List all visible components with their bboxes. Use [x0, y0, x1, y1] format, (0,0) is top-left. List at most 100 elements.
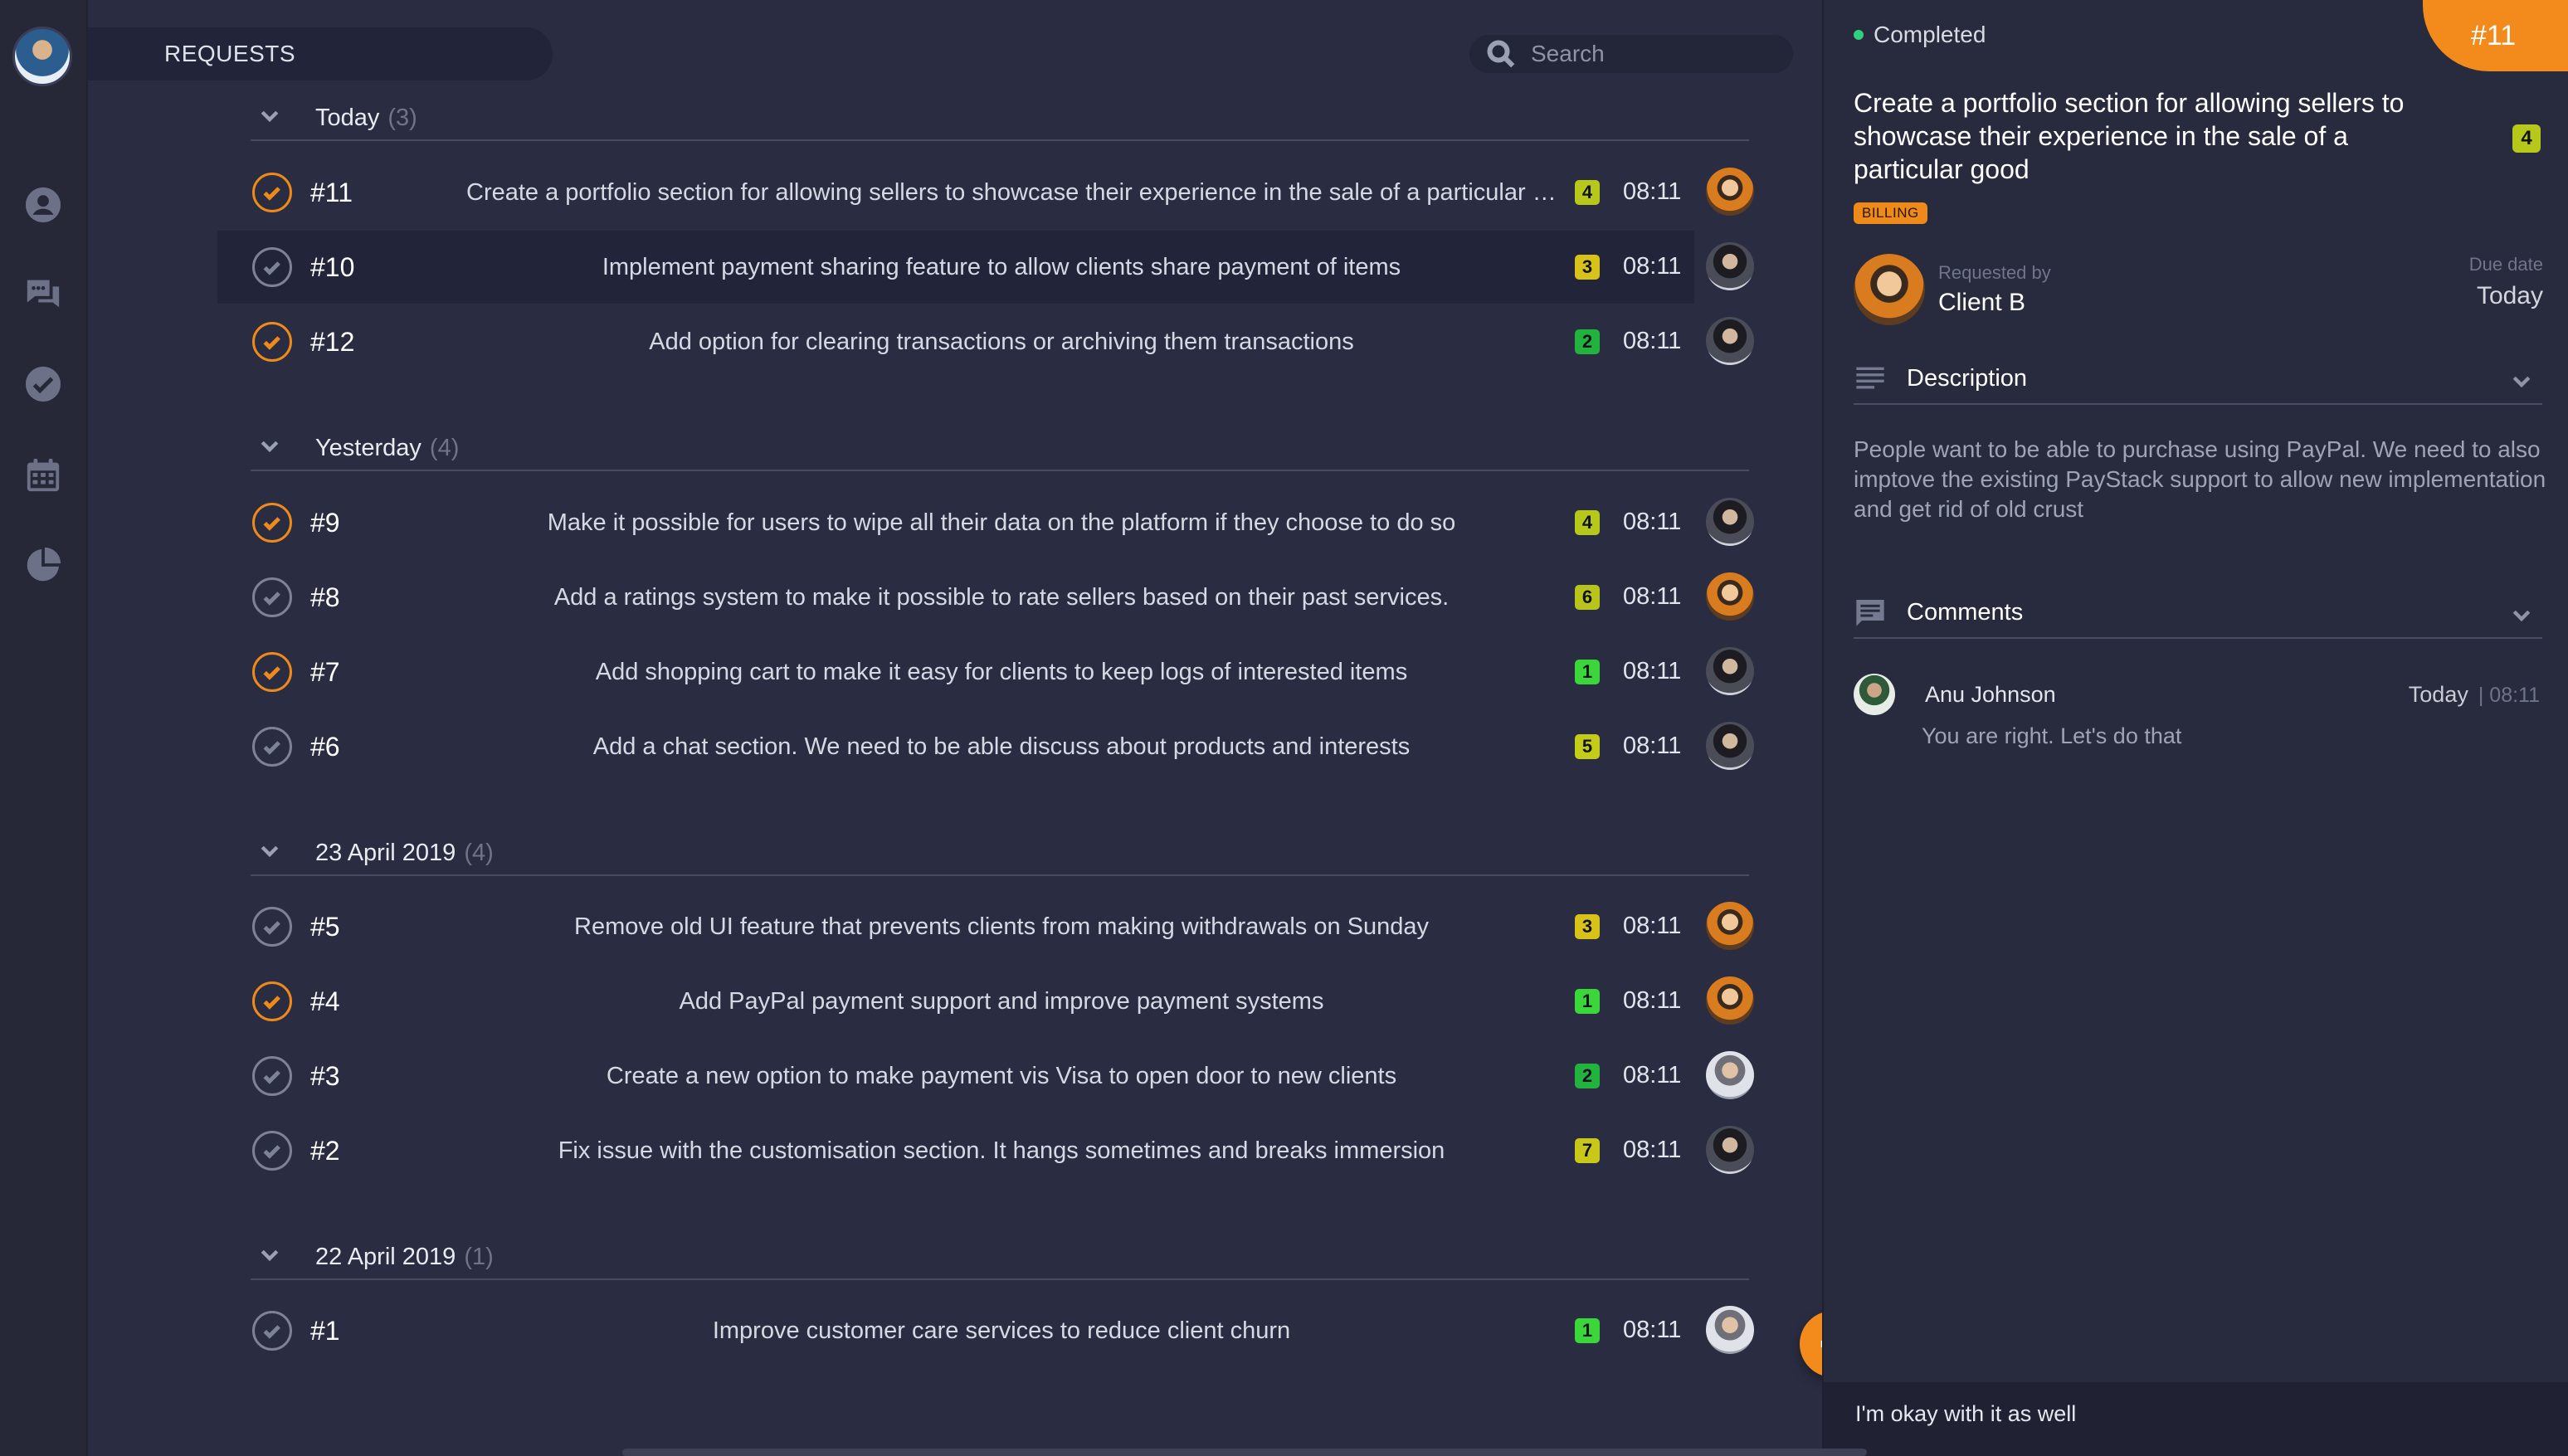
request-time: 08:11: [1623, 913, 1682, 939]
search-icon: [1487, 40, 1515, 68]
search-bar[interactable]: Search: [1469, 35, 1793, 73]
status-check-icon[interactable]: [252, 503, 292, 543]
chevron-down-icon[interactable]: [2509, 602, 2534, 627]
avatar: [1706, 498, 1754, 546]
chevron-down-icon[interactable]: [257, 103, 282, 128]
due-date-label: Due date: [2468, 254, 2543, 275]
table-row[interactable]: #7 Add shopping cart to make it easy for…: [217, 635, 1754, 709]
request-id: #9: [310, 508, 340, 538]
detail-title: Create a portfolio section for allowing …: [1854, 88, 2405, 184]
table-row[interactable]: #12 Add option for clearing transactions…: [217, 305, 1754, 378]
avatar: [1706, 1306, 1754, 1354]
user-icon[interactable]: [22, 184, 64, 226]
requested-by-label: Requested by: [1938, 262, 2051, 283]
requester-name[interactable]: Client B: [1938, 289, 2025, 317]
group-name: 23 April 2019: [315, 840, 456, 866]
table-row[interactable]: #3 Create a new option to make payment v…: [217, 1040, 1754, 1113]
current-user-avatar[interactable]: [12, 27, 72, 86]
avatar: [1706, 242, 1754, 290]
status-check-icon[interactable]: [252, 981, 292, 1021]
check-circle-icon[interactable]: [22, 363, 64, 405]
status-check-icon[interactable]: [252, 173, 292, 212]
chevron-down-icon[interactable]: [2509, 368, 2534, 393]
avatar: [1706, 647, 1754, 695]
group-count: (4): [429, 435, 460, 461]
table-row[interactable]: #4 Add PayPal payment support and improv…: [217, 965, 1754, 1038]
avatar: [1706, 317, 1754, 365]
request-id: #2: [310, 1136, 340, 1166]
request-time: 08:11: [1623, 733, 1682, 759]
priority-badge: 2: [1575, 1064, 1600, 1088]
table-row[interactable]: #1 Improve customer care services to red…: [217, 1294, 1754, 1367]
status-dot-icon: [1854, 30, 1864, 40]
search-input[interactable]: Search: [1531, 41, 1605, 67]
chat-icon[interactable]: [22, 272, 64, 314]
status-check-icon[interactable]: [252, 247, 292, 287]
comment-author: Anu Johnson: [1925, 682, 2056, 707]
horizontal-scrollbar[interactable]: [622, 1449, 1867, 1456]
request-title: Add option for clearing transactions or …: [649, 329, 1354, 355]
priority-badge: 4: [2512, 124, 2541, 153]
status-check-icon[interactable]: [252, 1056, 292, 1096]
category-tag[interactable]: BILLING: [1854, 202, 1927, 224]
request-time: 08:11: [1623, 1137, 1682, 1163]
group-name: 22 April 2019: [315, 1244, 456, 1270]
request-time: 08:11: [1623, 987, 1682, 1014]
table-row[interactable]: #11 Create a portfolio section for allow…: [217, 156, 1754, 229]
table-row[interactable]: #6 Add a chat section. We need to be abl…: [217, 710, 1754, 783]
request-id: #5: [310, 912, 340, 942]
request-id: #10: [310, 252, 355, 282]
status-check-icon[interactable]: [252, 1131, 292, 1171]
reply-input[interactable]: I'm okay with it as well: [1824, 1382, 2568, 1456]
table-row[interactable]: #2 Fix issue with the customisation sect…: [217, 1114, 1754, 1187]
comment-text: You are right. Let's do that: [1922, 723, 2182, 748]
due-date-value: Today: [2476, 282, 2543, 309]
request-title: Remove old UI feature that prevents clie…: [574, 913, 1429, 940]
group-count: (4): [464, 840, 494, 866]
request-title: Create a new option to make payment vis …: [606, 1063, 1397, 1089]
chevron-down-icon[interactable]: [257, 838, 282, 863]
request-time: 08:11: [1623, 178, 1682, 205]
status-check-icon[interactable]: [252, 907, 292, 947]
table-row[interactable]: #5 Remove old UI feature that prevents c…: [217, 890, 1754, 963]
group-header-23-april-2019[interactable]: 23 April 2019 (4): [251, 826, 1749, 876]
request-id: #4: [310, 986, 340, 1016]
group-header-yesterday[interactable]: Yesterday (4): [251, 421, 1749, 471]
status-check-icon[interactable]: [252, 727, 292, 767]
comments-title: Comments: [1907, 599, 2024, 626]
text-lines-icon: [1854, 362, 1887, 395]
comments-section-header[interactable]: Comments: [1854, 591, 2542, 639]
request-title: Make it possible for users to wipe all t…: [547, 509, 1456, 536]
comment-time: | 08:11: [2478, 684, 2540, 707]
request-time: 08:11: [1623, 1317, 1682, 1343]
pie-chart-icon[interactable]: [22, 544, 64, 586]
table-row[interactable]: #9 Make it possible for users to wipe al…: [217, 486, 1754, 559]
request-time: 08:11: [1623, 658, 1682, 684]
priority-badge: 7: [1575, 1138, 1600, 1163]
request-detail-panel: Completed #11 Create a portfolio section…: [1822, 0, 2568, 1456]
request-id-tag: #11: [2423, 0, 2568, 71]
group-header-today[interactable]: Today (3): [251, 91, 1749, 141]
status-check-icon[interactable]: [252, 577, 292, 617]
chevron-down-icon[interactable]: [257, 1242, 282, 1267]
request-id: #11: [310, 178, 353, 207]
request-id: #7: [310, 657, 340, 687]
request-title: Add shopping cart to make it easy for cl…: [595, 659, 1408, 685]
request-time: 08:11: [1623, 328, 1682, 354]
table-row[interactable]: #8 Add a ratings system to make it possi…: [217, 561, 1754, 634]
request-title: Add PayPal payment support and improve p…: [679, 988, 1324, 1015]
status-check-icon[interactable]: [252, 322, 292, 362]
description-section-header[interactable]: Description: [1854, 357, 2542, 405]
status-check-icon[interactable]: [252, 652, 292, 692]
priority-badge: 3: [1575, 914, 1600, 939]
status-check-icon[interactable]: [252, 1311, 292, 1351]
priority-badge: 1: [1575, 1318, 1600, 1343]
avatar: [1706, 168, 1754, 216]
chevron-down-icon[interactable]: [257, 433, 282, 458]
table-row[interactable]: #10 Implement payment sharing feature to…: [217, 231, 1754, 304]
requests-main: REQUESTS Search Today (3) #11 Create a po…: [88, 0, 1866, 1456]
request-time: 08:11: [1623, 1062, 1682, 1088]
calendar-icon[interactable]: [22, 455, 64, 496]
group-header-22-april-2019[interactable]: 22 April 2019 (1): [251, 1230, 1749, 1280]
request-id: #1: [310, 1316, 340, 1346]
